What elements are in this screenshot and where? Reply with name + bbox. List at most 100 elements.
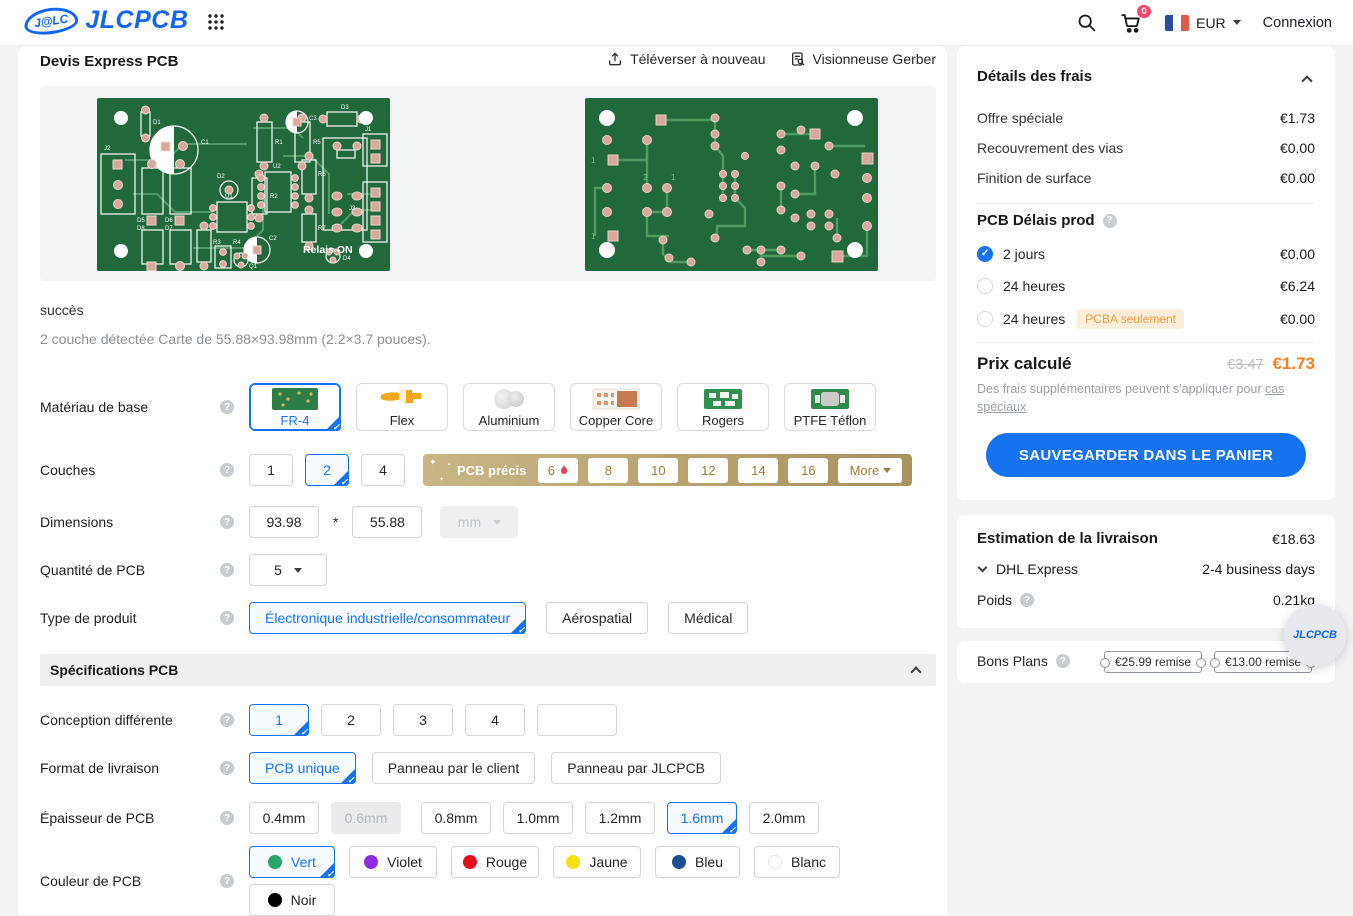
material-option-fr4[interactable]: FR-4 — [249, 383, 341, 431]
help-icon[interactable] — [220, 874, 234, 888]
help-icon[interactable] — [220, 563, 234, 577]
pcba-only-badge: PCBA seulement — [1077, 309, 1184, 329]
layers-option-1[interactable]: 1 — [249, 454, 293, 486]
page-title: Devis Express PCB — [40, 53, 178, 70]
design-option-3[interactable]: 3 — [393, 704, 453, 736]
jlcpcb-logo[interactable]: J@LC JLCPCB — [24, 6, 188, 35]
color-option-green[interactable]: Vert — [249, 846, 335, 878]
delivery-option-panel-customer[interactable]: Panneau par le client — [372, 752, 536, 784]
material-option-ptfe[interactable]: PTFE Téflon — [784, 383, 876, 431]
thickness-option-1-2[interactable]: 1.2mm — [585, 802, 655, 834]
layers-option-4[interactable]: 4 — [361, 454, 405, 486]
help-icon[interactable] — [220, 811, 234, 825]
material-option-aluminium[interactable]: Aluminium — [463, 383, 555, 431]
chevron-down-icon — [493, 520, 501, 525]
radio-icon[interactable] — [977, 311, 993, 327]
help-icon[interactable] — [220, 400, 234, 414]
quantity-select[interactable]: 5 — [249, 554, 327, 586]
color-option-white[interactable]: Blanc — [754, 846, 840, 878]
layers-more-dropdown[interactable]: More — [838, 458, 902, 483]
svg-text:J1: J1 — [365, 127, 372, 133]
help-icon[interactable] — [1056, 654, 1070, 668]
currency-selector[interactable]: EUR — [1165, 15, 1241, 31]
calculated-price-title: Prix calculé — [977, 354, 1227, 374]
help-icon[interactable] — [220, 515, 234, 529]
layers-option-10[interactable]: 10 — [638, 458, 678, 483]
design-option-4[interactable]: 4 — [465, 704, 525, 736]
weight-row: Poids 0.21kg — [977, 592, 1315, 608]
layers-option-8[interactable]: 8 — [588, 458, 628, 483]
aluminium-thumbnail-icon — [494, 387, 524, 411]
thickness-option-1-0[interactable]: 1.0mm — [503, 802, 573, 834]
material-option-copper-core[interactable]: Copper Core — [570, 383, 662, 431]
reupload-button[interactable]: Téléverser à nouveau — [607, 51, 765, 67]
current-price: €1.73 — [1272, 354, 1315, 374]
svg-text:U2: U2 — [273, 164, 281, 170]
shipping-estimate-panel: Estimation de la livraison €18.63 DHL Ex… — [957, 515, 1335, 628]
delivery-option-single[interactable]: PCB unique — [249, 752, 356, 784]
help-icon[interactable] — [220, 463, 234, 477]
layers-option-16[interactable]: 16 — [788, 458, 828, 483]
help-icon[interactable] — [1103, 214, 1117, 228]
yellow-dot-icon — [566, 855, 580, 869]
color-option-blue[interactable]: Bleu — [655, 846, 740, 878]
carrier-row[interactable]: DHL Express 2-4 business days — [977, 561, 1315, 577]
help-icon[interactable] — [220, 713, 234, 727]
help-icon[interactable] — [1020, 593, 1034, 607]
layers-option-12[interactable]: 12 — [688, 458, 728, 483]
radio-icon[interactable] — [977, 278, 993, 294]
color-option-black[interactable]: Noir — [249, 884, 335, 916]
chevron-down-icon — [294, 568, 302, 573]
design-option-1[interactable]: 1 — [249, 704, 309, 736]
design-option-2[interactable]: 2 — [321, 704, 381, 736]
product-type-option-medical[interactable]: Médical — [668, 602, 748, 634]
apps-grid-icon[interactable] — [207, 13, 225, 36]
search-icon[interactable] — [1076, 12, 1097, 33]
radio-selected-icon[interactable] — [977, 246, 993, 262]
dimension-height-input[interactable] — [352, 506, 422, 538]
delivery-option-panel-jlcpcb[interactable]: Panneau par JLCPCB — [551, 752, 721, 784]
svg-text:1: 1 — [591, 232, 596, 241]
leadtime-option[interactable]: 24 heures PCBA seulement €0.00 — [977, 309, 1315, 329]
thickness-option-0-4[interactable]: 0.4mm — [249, 802, 319, 834]
chevron-up-icon[interactable] — [1301, 75, 1312, 86]
svg-text:D8: D8 — [137, 226, 145, 232]
thickness-option-0-8[interactable]: 0.8mm — [421, 802, 491, 834]
jlcpcb-floating-widget[interactable]: JLCPCB — [1284, 604, 1346, 666]
svg-text:D3: D3 — [341, 105, 349, 111]
pcb-specs-section-header[interactable]: Spécifications PCB — [40, 654, 936, 686]
leadtime-option[interactable]: 24 heures €6.24 — [977, 278, 1315, 294]
material-option-rogers[interactable]: Rogers — [677, 383, 769, 431]
layers-option-14[interactable]: 14 — [738, 458, 778, 483]
svg-text:C2: C2 — [269, 236, 277, 242]
cart-icon[interactable]: 0 — [1119, 12, 1143, 34]
color-option-yellow[interactable]: Jaune — [553, 846, 641, 878]
help-icon[interactable] — [220, 611, 234, 625]
color-option-red[interactable]: Rouge — [451, 846, 539, 878]
coupon-tag[interactable]: €25.99 remise — [1104, 651, 1202, 673]
thickness-option-0-6[interactable]: 0.6mm — [331, 802, 401, 834]
layers-option-2[interactable]: 2 — [305, 454, 349, 486]
hot-flame-icon — [559, 464, 569, 476]
svg-text:D1: D1 — [153, 120, 161, 126]
svg-text:R6: R6 — [318, 172, 326, 178]
design-option-custom[interactable] — [537, 704, 617, 736]
svg-text:U1: U1 — [225, 194, 233, 200]
leadtime-option[interactable]: 2 jours €0.00 — [977, 246, 1315, 262]
product-type-option-aerospace[interactable]: Aérospatial — [546, 602, 648, 634]
color-option-purple[interactable]: Violet — [349, 846, 437, 878]
save-to-cart-button[interactable]: SAUVEGARDER DANS LE PANIER — [986, 433, 1306, 477]
product-type-option-industrial[interactable]: Électronique industrielle/consommateur — [249, 602, 526, 634]
dimension-width-input[interactable] — [249, 506, 319, 538]
thickness-option-1-6[interactable]: 1.6mm — [667, 802, 737, 834]
layers-option-6[interactable]: 6 — [538, 458, 578, 483]
dimension-unit-select[interactable]: mm — [440, 506, 518, 538]
gerber-viewer-button[interactable]: Visionneuse Gerber — [790, 51, 936, 67]
fee-row: Recouvrement des vias €0.00 — [977, 140, 1315, 156]
help-icon[interactable] — [220, 761, 234, 775]
selected-check-icon — [333, 470, 349, 486]
thickness-option-2-0[interactable]: 2.0mm — [749, 802, 819, 834]
material-option-flex[interactable]: Flex — [356, 383, 448, 431]
chevron-up-icon — [910, 666, 921, 677]
login-link[interactable]: Connexion — [1263, 15, 1332, 31]
